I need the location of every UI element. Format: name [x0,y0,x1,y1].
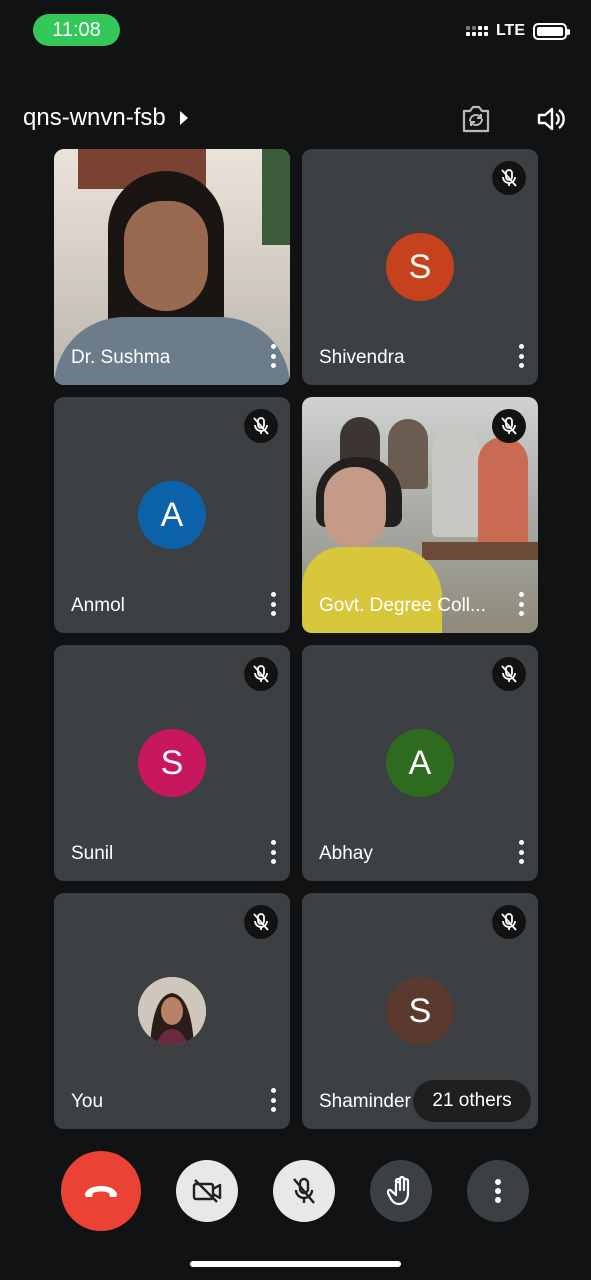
participant-name: Govt. Degree Coll... [319,595,486,616]
participant-name: Anmol [71,595,125,616]
profile-photo [138,977,206,1045]
end-call-icon [85,1186,117,1197]
raise-hand-button[interactable] [370,1160,432,1222]
participant-name: Sunil [71,843,114,864]
mic-off-icon [492,161,526,195]
avatar: A [138,481,206,549]
mic-off-icon [492,409,526,443]
home-indicator[interactable] [190,1261,401,1267]
camera-off-icon [192,1179,222,1203]
more-vert-icon [495,1179,501,1203]
mic-off-icon [492,905,526,939]
participant-name: Shivendra [319,347,405,368]
more-vert-icon[interactable] [268,592,278,616]
more-options-button[interactable] [467,1160,529,1222]
mic-off-icon [244,905,278,939]
signal-icon [465,26,488,36]
status-time: 11:08 [33,14,120,46]
participant-tile-sunil[interactable]: S Sunil [54,645,290,881]
switch-camera-icon[interactable] [459,102,493,136]
more-vert-icon[interactable] [516,592,526,616]
raise-hand-icon [387,1175,410,1206]
avatar: S [138,729,206,797]
mic-off-icon [244,657,278,691]
mic-off-icon [492,657,526,691]
caret-right-icon [179,111,188,125]
participant-tile-dr-sushma[interactable]: Dr. Sushma [54,149,290,385]
network-label: LTE [495,22,525,39]
mic-off-icon [244,409,278,443]
more-vert-icon[interactable] [516,344,526,368]
others-participants-button[interactable]: 21 others [413,1080,531,1122]
mic-toggle-button[interactable] [273,1160,335,1222]
meeting-title[interactable]: qns-wnvn-fsb [23,104,188,132]
camera-toggle-button[interactable] [176,1160,238,1222]
participant-tile-abhay[interactable]: A Abhay [302,645,538,881]
participant-name: Shaminder [319,1091,411,1112]
more-vert-icon[interactable] [268,1088,278,1112]
battery-icon [533,22,570,40]
more-vert-icon[interactable] [268,840,278,864]
participant-tile-shivendra[interactable]: S Shivendra [302,149,538,385]
participant-name: You [71,1091,104,1112]
end-call-button[interactable] [61,1151,141,1231]
status-indicators: LTE [465,22,570,40]
avatar: A [386,729,454,797]
mic-off-icon [293,1177,315,1204]
avatar: S [386,233,454,301]
participant-name: Dr. Sushma [71,347,171,368]
participant-tile-anmol[interactable]: A Anmol [54,397,290,633]
meeting-code: qns-wnvn-fsb [23,104,166,131]
avatar: S [386,977,454,1045]
more-vert-icon[interactable] [516,840,526,864]
participant-name: Abhay [319,843,373,864]
more-vert-icon[interactable] [268,344,278,368]
speaker-icon[interactable] [534,102,568,136]
participant-tile-you[interactable]: You [54,893,290,1129]
participant-tile-govt-degree-college[interactable]: Govt. Degree Coll... [302,397,538,633]
